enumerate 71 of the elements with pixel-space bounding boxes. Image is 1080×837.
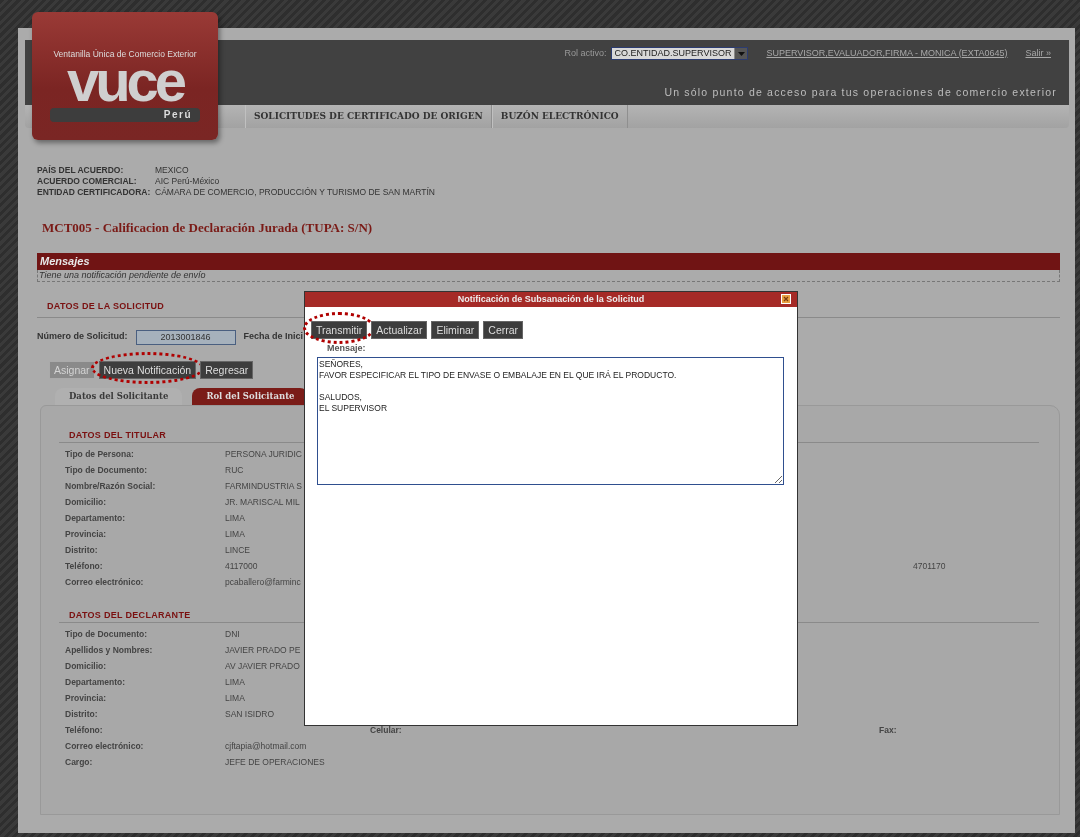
field-value: cjftapia@hotmail.com (225, 740, 308, 753)
field-value: AV JAVIER PRADO (225, 660, 301, 673)
field-value: 4117000 (225, 560, 259, 573)
field-value: SAN ISIDRO (225, 708, 276, 721)
field-value: LINCE (225, 544, 252, 557)
field-label: Teléfono: (65, 560, 104, 573)
field-label: Apellidos y Nombres: (65, 644, 154, 657)
field-label: Fax: (879, 724, 897, 737)
field-label: Distrito: (65, 708, 99, 721)
tab[interactable]: Datos del Solicitante (55, 388, 183, 405)
field-label: Correo electrónico: (65, 576, 145, 589)
field-value: JAVIER PRADO PE (225, 644, 302, 657)
field-label: Tipo de Documento: (65, 628, 148, 641)
field-label: Número de Solicitud: (37, 330, 128, 344)
field-value: LIMA (225, 528, 246, 541)
field-value: PERSONA JURIDIC (225, 448, 303, 461)
messages-header: Mensajes (37, 253, 1060, 270)
field-label: Tipo de Documento: (65, 464, 148, 477)
action-button[interactable]: Actualizar (371, 321, 428, 339)
info-label: PAÍS DEL ACUERDO: (37, 165, 125, 176)
caret-icon (737, 51, 745, 56)
field-value: LIMA (225, 676, 246, 689)
field-label: Cargo: (65, 756, 94, 769)
field-label: Celular: (370, 724, 402, 737)
field-value: FARMINDUSTRIA S (225, 480, 303, 493)
field-value: JEFE DE OPERACIONES (225, 756, 326, 769)
section-title: DATOS DEL TITULAR (68, 429, 168, 442)
action-button[interactable]: Eliminar (431, 321, 480, 339)
nav-item[interactable]: BUZÓN ELECTRÓNICO (491, 105, 628, 128)
user-link[interactable]: SUPERVISOR,EVALUADOR,FIRMA - MONICA (EXTA0645) (766, 47, 1008, 61)
field-label: Mensaje: (327, 343, 366, 354)
nav-item[interactable]: SOLICITUDES DE CERTIFICADO DE ORIGEN (245, 105, 492, 128)
field-label: Provincia: (65, 528, 108, 541)
message-field[interactable]: SEÑORES, FAVOR ESPECIFICAR EL TIPO DE ENVASE O EMBALAJE EN EL QUE IRÁ EL PRODUCTO. SALUDOS, EL SUPERVISOR (317, 356, 784, 485)
field-value: JR. MARISCAL MIL (225, 496, 301, 509)
field-label: Domicilio: (65, 660, 108, 673)
field-label: Domicilio: (65, 496, 108, 509)
field-value: pcaballero@farminc (225, 576, 302, 589)
action-button[interactable]: Nueva Notificación (98, 361, 197, 379)
logout-link[interactable]: Salir » (1025, 47, 1051, 61)
field-value: 4701170 (913, 560, 946, 573)
action-button[interactable]: Transmitir (311, 321, 368, 339)
info-value: CÁMARA DE COMERCIO, PRODUCCIÓN Y TURISMO DE SAN MARTÍN (155, 187, 435, 198)
field-label: Distrito: (65, 544, 99, 557)
action-button[interactable]: Regresar (200, 361, 254, 379)
field-value: RUC (225, 464, 245, 477)
field-value: LIMA (225, 512, 246, 525)
message-text: Tiene una notificación pendiente de envío (37, 270, 1060, 282)
field-value: DNI (225, 628, 241, 641)
section-title: DATOS DEL DECLARANTE (68, 609, 192, 622)
action-button[interactable]: Cerrar (483, 321, 524, 339)
field-label: Nombre/Razón Social: (65, 480, 157, 493)
field-label: Departamento: (65, 676, 126, 689)
info-value: AIC Perú-México (155, 176, 221, 187)
dialog-title: Notificación de Subsanación de la Solicitud (457, 294, 645, 304)
field-label: Fecha de Inici (243, 330, 304, 344)
request-number-field: 2013001846 (135, 329, 236, 345)
tagline: Un sólo punto de acceso para tus operaciones de comercio exterior (664, 85, 1057, 101)
field-value: LIMA (225, 692, 246, 705)
page-title: MCT005 - Calificacion de Declaración Jurada (TUPA: S/N) (42, 220, 374, 236)
field-label: Correo electrónico: (65, 740, 145, 753)
role-select[interactable]: CO.ENTIDAD.SUPERVISOR (610, 47, 749, 61)
field-label: Tipo de Persona: (65, 448, 135, 461)
close-icon[interactable] (781, 294, 791, 304)
field-label: Teléfono: (65, 724, 104, 737)
info-label: ENTIDAD CERTIFICADORA: (37, 187, 152, 198)
info-value: MEXICO (155, 165, 190, 176)
role-label: Rol activo: (564, 47, 607, 60)
field-label: Provincia: (65, 692, 108, 705)
info-label: ACUERDO COMERCIAL: (37, 176, 138, 187)
field-label: Departamento: (65, 512, 126, 525)
